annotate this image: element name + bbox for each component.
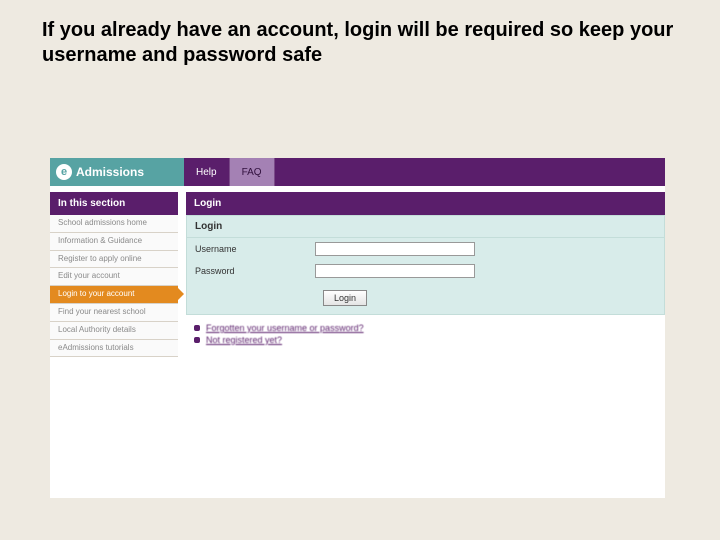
login-panel: Login Username Password Login: [186, 215, 665, 315]
tab-faq[interactable]: FAQ: [230, 158, 275, 186]
sidebar-item-info[interactable]: Information & Guidance: [50, 233, 178, 251]
sidebar-heading: In this section: [50, 192, 178, 215]
sidebar-item-edit[interactable]: Edit your account: [50, 268, 178, 286]
username-label: Username: [195, 244, 315, 254]
header-bar: e Admissions Help FAQ: [50, 158, 665, 186]
sidebar-item-register[interactable]: Register to apply online: [50, 251, 178, 269]
brand-block: e Admissions: [50, 158, 184, 186]
link-text: Forgotten your username or password?: [206, 323, 364, 333]
username-row: Username: [187, 238, 664, 260]
sidebar-item-login[interactable]: Login to your account: [50, 286, 178, 304]
password-label: Password: [195, 266, 315, 276]
help-links: Forgotten your username or password? Not…: [186, 323, 665, 345]
sidebar: In this section School admissions home I…: [50, 192, 178, 357]
instruction-text: If you already have an account, login wi…: [42, 18, 678, 68]
bullet-icon: [194, 325, 200, 331]
brand-icon: e: [56, 164, 72, 180]
sidebar-item-home[interactable]: School admissions home: [50, 215, 178, 233]
username-input[interactable]: [315, 242, 475, 256]
app-screenshot: e Admissions Help FAQ In this section Sc…: [50, 158, 665, 498]
sidebar-item-authority[interactable]: Local Authority details: [50, 322, 178, 340]
panel-heading: Login: [187, 216, 664, 238]
sidebar-item-tutorials[interactable]: eAdmissions tutorials: [50, 340, 178, 358]
main-column: Login Login Username Password Login: [186, 192, 665, 357]
link-text: Not registered yet?: [206, 335, 282, 345]
brand-name: Admissions: [76, 165, 144, 179]
link-not-registered[interactable]: Not registered yet?: [194, 335, 665, 345]
main-title: Login: [186, 192, 665, 215]
link-forgotten[interactable]: Forgotten your username or password?: [194, 323, 665, 333]
top-nav: Help FAQ: [184, 158, 665, 186]
tab-help[interactable]: Help: [184, 158, 230, 186]
login-button[interactable]: Login: [323, 290, 367, 306]
bullet-icon: [194, 337, 200, 343]
sidebar-item-nearest[interactable]: Find your nearest school: [50, 304, 178, 322]
password-row: Password: [187, 260, 664, 282]
password-input[interactable]: [315, 264, 475, 278]
